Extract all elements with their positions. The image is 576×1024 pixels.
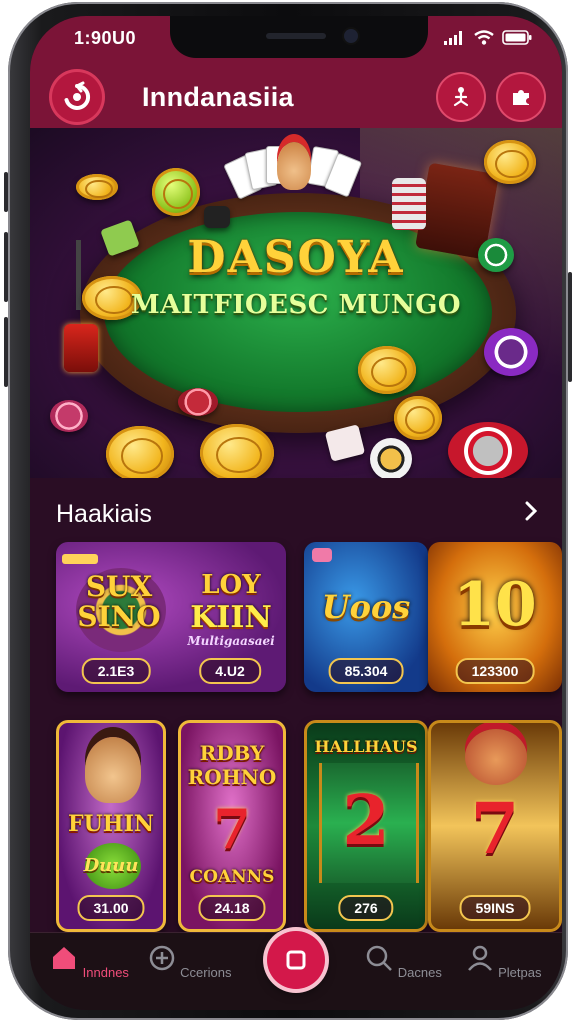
app-bar: Inndanasiia xyxy=(30,66,562,128)
user-figure-icon-glyph xyxy=(453,87,469,107)
nav-ccerions[interactable]: Ccerions xyxy=(144,943,234,980)
character-portrait xyxy=(85,737,141,803)
hero-title: DASOYA xyxy=(187,232,405,283)
heart-icon xyxy=(312,548,332,562)
tile-name-line2: SINO xyxy=(77,600,161,633)
tile-value: 59INS xyxy=(459,895,531,921)
screen: 1:90U0 Inndanasiia DASOYA MAITFIOESC MUN… xyxy=(30,16,562,1010)
wifi-icon xyxy=(474,30,494,45)
notch xyxy=(170,16,428,58)
slot-tile[interactable]: 7 59INS xyxy=(428,720,562,932)
nav-home[interactable]: Inndnes xyxy=(44,943,134,980)
speaker xyxy=(266,33,326,39)
section-title: Haakiais xyxy=(56,500,152,528)
nav-label: Dacnes xyxy=(397,965,442,980)
tile-name-line2: Duuu xyxy=(83,855,139,876)
slot-tile[interactable]: HALLHAUS 2 276 xyxy=(304,720,428,932)
mascot-icon xyxy=(465,729,527,785)
gold-coin xyxy=(484,140,536,184)
tile-name-line2: KIIN xyxy=(190,600,272,635)
tile-value: 276 xyxy=(338,895,394,921)
tile-name: 10 xyxy=(453,570,537,640)
center-square-icon[interactable] xyxy=(267,931,325,989)
tile-name-line1: SUX xyxy=(85,570,153,603)
green-coin xyxy=(152,168,200,216)
battery-icon xyxy=(502,30,532,45)
profile-icon xyxy=(467,945,492,971)
game-tile[interactable]: FUHIN Duuu 31.00 xyxy=(56,720,166,932)
tile-name: Uoos xyxy=(321,588,411,626)
token xyxy=(204,206,230,228)
status-icons xyxy=(444,30,532,45)
hero-banner[interactable]: DASOYA MAITFIOESC MUNGO xyxy=(30,128,562,478)
poker-chip xyxy=(50,400,88,432)
phone-button xyxy=(568,272,572,382)
chevron-right-icon-glyph xyxy=(525,501,538,521)
gold-coin xyxy=(394,396,442,440)
tile-name-line1: LOY xyxy=(201,570,261,600)
poker-chip xyxy=(178,388,218,416)
tile-name-line1: RDBY xyxy=(199,741,265,765)
poker-chip xyxy=(370,438,412,478)
home-icon xyxy=(53,947,76,969)
slot-machine-icon xyxy=(64,324,98,372)
game-tile[interactable]: Uoos 85.304 xyxy=(304,542,428,692)
game-tile[interactable]: RDBY ROHNO 7 COANNS 24.18 xyxy=(178,720,286,932)
jester-mascot xyxy=(277,142,311,190)
puzzle-icon[interactable] xyxy=(498,74,544,120)
poker-chip xyxy=(448,422,528,478)
tile-value: 4.U2 xyxy=(199,658,261,684)
tile-name-line3: COANNS xyxy=(189,867,275,887)
square-icon xyxy=(286,950,306,970)
app-title: Inndanasiia xyxy=(142,82,294,112)
nav-dacnes[interactable]: Dacnes xyxy=(358,943,448,980)
gold-coin xyxy=(358,346,416,394)
tile-tagline: Multigaasaei xyxy=(187,634,275,648)
tile-name: HALLHAUS xyxy=(314,737,418,756)
phone-button xyxy=(4,317,8,387)
phone-frame: 1:90U0 Inndanasiia DASOYA MAITFIOESC MUN… xyxy=(4,2,572,1020)
status-bar: 1:90U0 xyxy=(30,16,562,66)
tile-name-line1: FUHIN xyxy=(68,811,154,837)
refresh-logo-icon-glyph xyxy=(64,81,91,110)
seven-symbol: 7 xyxy=(213,797,251,861)
puzzle-icon-glyph xyxy=(513,90,529,105)
tile-value: 24.18 xyxy=(198,895,266,921)
tile-value: 123300 xyxy=(455,658,535,684)
tile-value: 85.304 xyxy=(328,658,404,684)
hero-subtitle: MAITFIOESC MUNGO xyxy=(130,290,462,320)
nav-label: Ccerions xyxy=(180,965,232,980)
gamepad-icon xyxy=(149,945,174,971)
signal-icon xyxy=(444,30,462,45)
game-tile[interactable]: SUX SINO LOY KIIN Multigaasaei 2.1E3 4.U… xyxy=(56,542,286,692)
tile-value: 2.1E3 xyxy=(81,658,151,684)
tile-badge xyxy=(62,554,98,564)
nav-label: Inndnes xyxy=(82,965,129,980)
nav-label: Pletpas xyxy=(498,965,542,980)
game-tile[interactable]: 10 123300 xyxy=(428,542,562,692)
tile-name-line2: ROHNO xyxy=(187,765,277,789)
reel-symbol: 2 xyxy=(342,781,390,861)
gold-coin xyxy=(76,174,118,200)
status-time: 1:90U0 xyxy=(74,28,137,48)
bottom-nav: Inndnes Ccerions Dacnes Pletpas xyxy=(30,931,562,1010)
refresh-logo-icon[interactable] xyxy=(52,72,102,122)
camera-icon xyxy=(344,29,358,43)
reel-symbol: 7 xyxy=(470,787,520,870)
phone-button xyxy=(4,172,8,212)
search-icon xyxy=(366,945,393,971)
section-header[interactable]: Haakiais xyxy=(30,488,562,538)
phone-button xyxy=(4,232,8,302)
chip-stack xyxy=(392,178,426,230)
gold-coin xyxy=(200,424,274,478)
poker-chip xyxy=(484,328,538,376)
tile-value: 31.00 xyxy=(77,895,145,921)
user-figure-icon[interactable] xyxy=(438,74,484,120)
nav-pletpas[interactable]: Pletpas xyxy=(458,943,548,980)
chevron-right-icon[interactable] xyxy=(524,498,538,529)
gold-coin xyxy=(106,426,174,478)
